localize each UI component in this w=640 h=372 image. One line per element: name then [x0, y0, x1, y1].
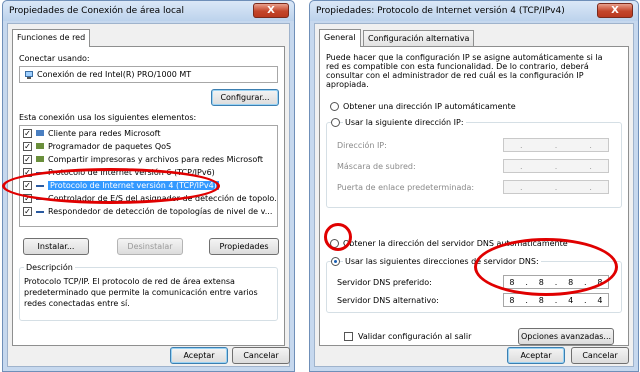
adapter-name: Conexión de red Intel(R) PRO/1000 MT	[37, 70, 192, 79]
configure-button[interactable]: Configurar...	[211, 89, 279, 106]
subnet-label: Máscara de subred:	[337, 162, 416, 171]
advanced-button[interactable]: Opciones avanzadas...	[518, 328, 614, 345]
description-line-1: Protocolo TCP/IP. El protocolo de red de…	[24, 277, 235, 286]
adapter-field: Conexión de red Intel(R) PRO/1000 MT	[19, 66, 278, 83]
subnet-field[interactable]: ...	[503, 159, 609, 173]
close-button[interactable]: X	[253, 3, 289, 18]
network-service-icon	[35, 142, 45, 151]
cancel-button[interactable]: Cancelar	[232, 347, 290, 364]
tab-panel: Puede hacer que la configuración IP se a…	[319, 46, 629, 346]
checkbox[interactable]: ✓	[23, 129, 32, 138]
ip-address-label: Dirección IP:	[337, 141, 387, 150]
octet: 8	[538, 295, 544, 305]
intro-line-3: consultar con el administrador de red cu…	[326, 71, 584, 80]
tab-general[interactable]: General	[319, 29, 361, 47]
octet: 4	[568, 295, 574, 305]
octet: 4	[597, 295, 603, 305]
close-button[interactable]: X	[597, 3, 633, 18]
checkbox[interactable]: ✓	[23, 142, 32, 151]
checkbox[interactable]: ✓	[23, 155, 32, 164]
highlight-dns-fields-oval	[474, 238, 618, 296]
network-service-icon	[35, 155, 45, 164]
intro-line-1: Puede hacer que la configuración IP se a…	[326, 53, 603, 62]
description-group: Descripción Protocolo TCP/IP. El protoco…	[19, 263, 278, 321]
title-bar[interactable]: Propiedades de Conexión de área local X	[3, 1, 294, 21]
list-item-client-ms[interactable]: ✓ Cliente para redes Microsoft	[23, 128, 161, 139]
item-label: Respondedor de detección de topologías d…	[48, 207, 273, 216]
items-list-label: Esta conexión usa los siguientes element…	[19, 113, 197, 122]
connect-using-label: Conectar usando:	[19, 54, 90, 63]
window-client: General Configuración alternativa Puede …	[314, 23, 634, 367]
intro-line-2: red es compatible con esta funcionalidad…	[326, 62, 589, 71]
list-item-file-sharing[interactable]: ✓ Compartir impresoras y archivos para r…	[23, 154, 263, 165]
install-button[interactable]: Instalar...	[23, 238, 89, 255]
ip-group: Usar la siguiente dirección IP: Direcció…	[326, 118, 622, 208]
alternate-dns-label: Servidor DNS alternativo:	[337, 296, 439, 305]
use-ip-label[interactable]: Usar la siguiente dirección IP:	[343, 118, 466, 127]
tab-alternate-configuration[interactable]: Configuración alternativa	[363, 30, 475, 46]
validate-checkbox[interactable]	[344, 332, 353, 341]
cancel-button[interactable]: Cancelar	[571, 347, 629, 364]
highlight-dns-radio-oval	[324, 223, 352, 251]
properties-button[interactable]: Propiedades	[209, 238, 279, 255]
description-label: Descripción	[24, 263, 75, 272]
title-bar[interactable]: Propiedades: Protocolo de Internet versi…	[310, 1, 638, 21]
network-protocol-icon	[35, 207, 45, 216]
auto-ip-label[interactable]: Obtener una dirección IP automáticamente	[343, 102, 516, 111]
uninstall-button[interactable]: Desinstalar	[117, 238, 183, 255]
preferred-dns-label: Servidor DNS preferido:	[337, 278, 432, 287]
list-item-qos[interactable]: ✓ Programador de paquetes QoS	[23, 141, 171, 152]
description-line-3: redes conectadas entre sí.	[24, 299, 130, 308]
window-title: Propiedades: Protocolo de Internet versi…	[316, 6, 565, 16]
description-line-2: predeterminado que permite la comunicaci…	[24, 288, 258, 297]
item-label: Cliente para redes Microsoft	[48, 129, 161, 138]
ok-button[interactable]: Aceptar	[170, 347, 228, 364]
auto-ip-radio[interactable]	[330, 102, 339, 111]
ip-address-field[interactable]: ...	[503, 138, 609, 152]
network-client-icon	[35, 129, 45, 138]
checkbox[interactable]: ✓	[23, 207, 32, 216]
highlight-ipv4-oval	[2, 168, 220, 204]
gateway-field[interactable]: ...	[503, 180, 609, 194]
use-dns-radio[interactable]	[331, 257, 340, 266]
gateway-label: Puerta de enlace predeterminada:	[337, 183, 475, 192]
tab-networking[interactable]: Funciones de red	[12, 29, 91, 47]
ok-button[interactable]: Aceptar	[507, 347, 565, 364]
intro-line-4: apropiada.	[326, 80, 369, 89]
item-label: Programador de paquetes QoS	[48, 142, 172, 151]
octet: 8	[509, 295, 515, 305]
ipv4-properties-window: Propiedades: Protocolo de Internet versi…	[309, 0, 639, 372]
validate-label[interactable]: Validar configuración al salir	[358, 332, 471, 341]
use-ip-radio[interactable]	[331, 118, 340, 127]
window-title: Propiedades de Conexión de área local	[9, 6, 184, 16]
list-item-lltd-responder[interactable]: ✓ Respondedor de detección de topologías…	[23, 206, 272, 217]
network-adapter-icon	[24, 70, 34, 79]
item-label: Compartir impresoras y archivos para red…	[48, 155, 264, 164]
